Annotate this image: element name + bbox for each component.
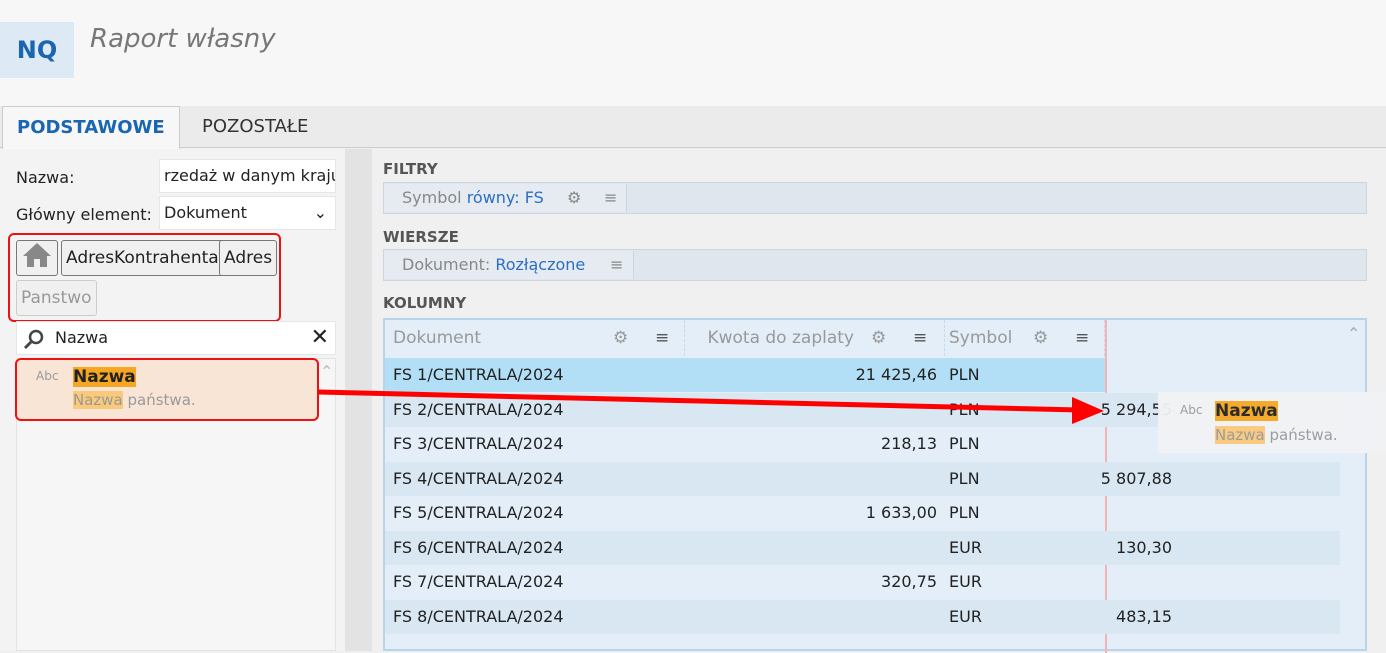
gear-icon[interactable]: ⚙ — [871, 320, 886, 356]
gear-icon[interactable]: ⚙ — [613, 320, 628, 356]
cell-symbol: PLN — [949, 399, 980, 419]
text-type-icon: Abc — [1180, 403, 1203, 417]
main-element-value: Dokument — [164, 203, 247, 222]
filters-bar: Symbol równy: FS ⚙ ≡ — [383, 182, 1367, 214]
cell-symbol: EUR — [949, 572, 982, 591]
cell-dokument: FS 7/CENTRALA/2024 — [393, 572, 564, 591]
cell-symbol: EUR — [949, 537, 982, 557]
cell-kwota: 218,13 — [881, 434, 937, 453]
name-label: Nazwa: — [16, 168, 75, 187]
cell-dokument: FS 5/CENTRALA/2024 — [393, 503, 564, 522]
app-logo: NQ — [0, 22, 74, 78]
search-icon — [23, 329, 44, 350]
table-row[interactable]: FS 5/CENTRALA/2024 1 633,00 PLN — [385, 496, 1105, 530]
home-icon — [23, 243, 51, 267]
home-button[interactable] — [16, 240, 58, 276]
cell-kwota: 5 807,88 — [1100, 468, 1172, 488]
cell-kwota: 130,30 — [1116, 537, 1172, 557]
chevron-down-icon: ⌄ — [313, 203, 327, 222]
column-header-kwota[interactable]: Kwota do zaplaty ⚙ ≡ — [685, 320, 945, 356]
cell-kwota: 21 425,46 — [855, 365, 937, 384]
table-row[interactable]: FS 1/CENTRALA/2024 21 425,46 PLN — [385, 358, 1105, 392]
cell-dokument: FS 1/CENTRALA/2024 — [393, 365, 564, 384]
menu-icon[interactable]: ≡ — [1075, 320, 1089, 356]
page-title: Raport własny — [90, 24, 276, 54]
menu-icon[interactable]: ≡ — [610, 251, 623, 279]
tab-podstawowe[interactable]: PODSTAWOWE — [2, 106, 180, 149]
annotation-box — [15, 358, 319, 421]
gear-icon[interactable]: ⚙ — [1033, 320, 1048, 356]
cell-dokument: FS 8/CENTRALA/2024 — [393, 606, 564, 626]
scroll-up-icon[interactable]: ⌃ — [320, 362, 333, 381]
splitter[interactable] — [345, 149, 372, 651]
main-element-select[interactable]: Dokument ⌄ — [159, 196, 336, 230]
menu-icon[interactable]: ≡ — [604, 184, 617, 212]
tab-bar: PODSTAWOWE POZOSTAŁE — [0, 106, 1386, 149]
table-row[interactable]: FS 4/CENTRALA/2024 5 807,88 PLN — [385, 461, 1340, 496]
cell-kwota: 483,15 — [1116, 606, 1172, 626]
menu-icon[interactable]: ≡ — [655, 320, 669, 356]
search-value: Nazwa — [55, 328, 109, 347]
drag-title: Nazwa — [1215, 401, 1278, 421]
drag-description: Nazwa państwa. — [1215, 426, 1338, 444]
table-row[interactable]: FS 6/CENTRALA/2024 130,30 EUR — [385, 530, 1340, 565]
breadcrumb-adreskontrahenta[interactable]: AdresKontrahenta — [61, 240, 224, 276]
cell-symbol: PLN — [949, 503, 980, 522]
breadcrumb-panstwo[interactable]: Panstwo — [16, 280, 97, 316]
breadcrumb-adres[interactable]: Adres — [219, 240, 278, 276]
row-chip[interactable]: Dokument: Rozłączone ≡ — [384, 251, 634, 279]
tab-pozostale[interactable]: POZOSTAŁE — [188, 106, 322, 148]
table-row[interactable]: FS 7/CENTRALA/2024 320,75 EUR — [385, 565, 1105, 599]
drag-preview: Abc Nazwa Nazwa państwa. — [1158, 392, 1386, 453]
columns-title: KOLUMNY — [383, 294, 467, 312]
scroll-up-icon[interactable]: ⌃ — [1347, 324, 1360, 343]
table-row[interactable]: FS 3/CENTRALA/2024 218,13 PLN — [385, 427, 1105, 461]
menu-icon[interactable]: ≡ — [913, 320, 927, 356]
table-row[interactable]: FS 8/CENTRALA/2024 483,15 EUR — [385, 599, 1340, 634]
column-header-symbol[interactable]: Symbol ⚙ ≡ — [945, 320, 1105, 356]
gear-icon[interactable]: ⚙ — [567, 184, 581, 212]
clear-icon[interactable]: ✕ — [311, 322, 329, 354]
columns-grid: Dokument ⚙ ≡ Kwota do zaplaty ⚙ ≡ Symbol ⚙ ≡ ⌃… — [383, 318, 1367, 653]
rows-bar: Dokument: Rozłączone ≡ — [383, 249, 1367, 281]
cell-symbol: PLN — [949, 434, 980, 453]
filter-chip[interactable]: Symbol równy: FS ⚙ ≡ — [384, 184, 627, 212]
cell-dokument: FS 6/CENTRALA/2024 — [393, 537, 564, 557]
main-element-label: Główny element: — [16, 205, 152, 224]
filters-title: FILTRY — [383, 160, 438, 178]
cell-dokument: FS 2/CENTRALA/2024 — [393, 399, 564, 419]
cell-symbol: EUR — [949, 606, 982, 626]
rows-title: WIERSZE — [383, 228, 459, 246]
cell-dokument: FS 4/CENTRALA/2024 — [393, 468, 564, 488]
name-input[interactable]: rzedaż w danym kraju — [159, 159, 336, 193]
cell-kwota: 1 633,00 — [865, 503, 937, 522]
cell-symbol: PLN — [949, 365, 980, 384]
search-input[interactable]: Nazwa ✕ — [16, 321, 336, 355]
cell-kwota: 320,75 — [881, 572, 937, 591]
cell-dokument: FS 3/CENTRALA/2024 — [393, 434, 564, 453]
cell-symbol: PLN — [949, 468, 980, 488]
column-header-dokument[interactable]: Dokument ⚙ ≡ — [385, 320, 685, 356]
